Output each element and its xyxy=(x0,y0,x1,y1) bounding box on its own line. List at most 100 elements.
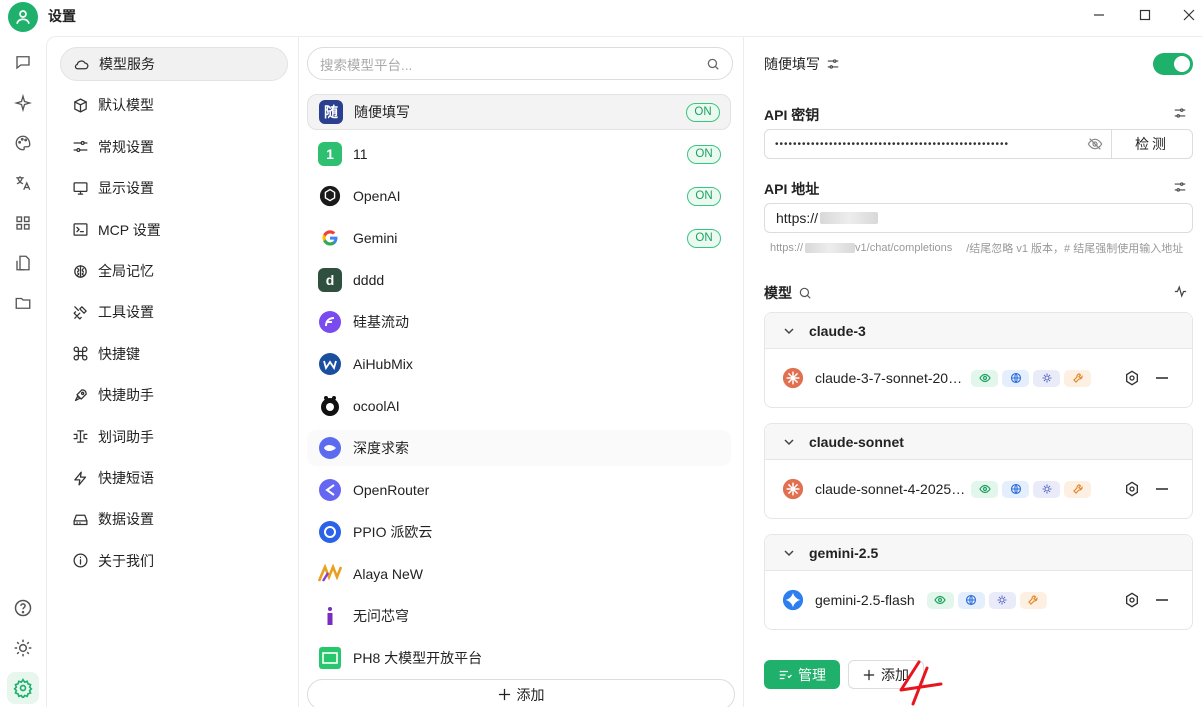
provider-item[interactable]: OpenRouter xyxy=(307,472,731,508)
provider-settings-icon[interactable] xyxy=(826,57,840,71)
model-group: gemini-2.5 gemini-2.5-flash xyxy=(764,534,1193,630)
remove-model-icon[interactable] xyxy=(1153,480,1171,498)
model-group: claude-sonnet claude-sonnet-4-2025… xyxy=(764,423,1193,519)
check-api-key-button[interactable]: 检测 xyxy=(1111,129,1193,159)
provider-item[interactable]: OpenAI ON xyxy=(307,178,731,214)
wrench-icon xyxy=(1064,369,1091,387)
nav-item-label: 快捷键 xyxy=(98,345,140,362)
api-key-input[interactable]: ••••••••••••••••••••••••••••••••••••••••… xyxy=(764,129,1112,159)
sliders-icon xyxy=(70,137,90,157)
folder-icon[interactable] xyxy=(11,291,35,315)
provider-item[interactable]: d dddd xyxy=(307,262,731,298)
palette-icon[interactable] xyxy=(11,131,35,155)
user-avatar-icon[interactable] xyxy=(8,2,38,32)
api-url-value: https:// xyxy=(776,210,819,226)
nav-item-3[interactable]: 常规设置 xyxy=(60,130,288,164)
nav-item-13[interactable]: 关于我们 xyxy=(60,544,288,578)
model-settings-icon[interactable] xyxy=(1123,480,1141,498)
model-group-name: claude-sonnet xyxy=(809,433,904,450)
maximize-button[interactable] xyxy=(1122,0,1168,30)
model-group-name: gemini-2.5 xyxy=(809,544,879,561)
nav-item-11[interactable]: 快捷短语 xyxy=(60,461,288,495)
sparkle-icon[interactable] xyxy=(11,91,35,115)
manage-models-button[interactable]: 管理 xyxy=(764,660,840,689)
add-provider-label: 添加 xyxy=(516,686,545,703)
nav-item-9[interactable]: 快捷助手 xyxy=(60,378,288,412)
reasoning-icon xyxy=(1033,369,1060,387)
nav-item-label: 关于我们 xyxy=(98,552,154,569)
provider-item[interactable]: PPIO 派欧云 xyxy=(307,514,731,550)
provider-enable-toggle[interactable] xyxy=(1153,53,1193,75)
rocket-icon xyxy=(70,385,90,405)
provider-item[interactable]: 深度求索 xyxy=(307,430,731,466)
logo-text: 随 xyxy=(324,104,338,120)
translate-icon[interactable] xyxy=(11,171,35,195)
cube-icon xyxy=(70,95,90,115)
model-settings-icon[interactable] xyxy=(1123,369,1141,387)
add-provider-button[interactable]: 添加 xyxy=(307,679,735,707)
provider-name: 无问芯穹 xyxy=(353,608,409,624)
provider-item[interactable]: 随随便填写 ON xyxy=(307,94,731,130)
add-model-button[interactable]: 添加 xyxy=(848,660,924,689)
status-badge: ON xyxy=(686,102,720,122)
provider-name: Gemini xyxy=(353,230,398,246)
list-icon xyxy=(779,670,792,679)
file-transfer-icon[interactable] xyxy=(11,251,35,275)
model-group-header[interactable]: claude-sonnet xyxy=(765,424,1192,460)
provider-name: 深度求索 xyxy=(353,440,409,456)
model-group-header[interactable]: gemini-2.5 xyxy=(765,535,1192,571)
provider-title: 随便填写 xyxy=(764,54,840,74)
api-key-settings-icon[interactable] xyxy=(1172,105,1188,121)
provider-item[interactable]: Alaya NeW xyxy=(307,556,731,592)
plus-icon xyxy=(498,688,510,701)
provider-item[interactable]: ocoolAI xyxy=(307,388,731,424)
nav-item-4[interactable]: 显示设置 xyxy=(60,171,288,205)
provider-item[interactable]: PH8 大模型开放平台 xyxy=(307,640,731,676)
nav-item-label: 显示设置 xyxy=(98,180,154,197)
url-hint-prefix: https:// xyxy=(770,242,804,254)
apps-icon[interactable] xyxy=(11,211,35,235)
nav-item-2[interactable]: 默认模型 xyxy=(60,88,288,122)
provider-logo-icon xyxy=(318,394,342,418)
brightness-icon[interactable] xyxy=(11,636,35,660)
minimize-button[interactable] xyxy=(1076,0,1122,30)
chat-icon[interactable] xyxy=(11,50,35,74)
command-icon xyxy=(70,344,90,364)
search-models-icon[interactable] xyxy=(798,286,812,300)
model-group-header[interactable]: claude-3 xyxy=(765,313,1192,349)
model-settings-icon[interactable] xyxy=(1123,591,1141,609)
cloud-icon xyxy=(71,54,91,74)
api-url-settings-icon[interactable] xyxy=(1172,179,1188,195)
provider-item[interactable]: 硅基流动 xyxy=(307,304,731,340)
text-cursor-icon xyxy=(70,427,90,447)
remove-model-icon[interactable] xyxy=(1153,591,1171,609)
nav-item-7[interactable]: 工具设置 xyxy=(60,295,288,329)
tools-icon xyxy=(70,302,90,322)
provider-item[interactable]: 1 11 ON xyxy=(307,136,731,172)
nav-item-6[interactable]: 全局记忆 xyxy=(60,254,288,288)
provider-search-input[interactable]: 搜索模型平台... xyxy=(307,47,733,80)
api-url-input[interactable]: https:// xyxy=(764,203,1193,233)
search-placeholder: 搜索模型平台... xyxy=(320,57,413,73)
nav-item-5[interactable]: MCP 设置 xyxy=(60,213,288,247)
help-icon[interactable] xyxy=(11,596,35,620)
provider-item[interactable]: Gemini ON xyxy=(307,220,731,256)
close-button[interactable] xyxy=(1166,0,1202,30)
eye-off-icon[interactable] xyxy=(1087,136,1103,152)
provider-item[interactable]: AiHubMix xyxy=(307,346,731,382)
settings-icon[interactable] xyxy=(7,672,39,704)
add-model-label: 添加 xyxy=(881,666,909,683)
provider-logo-icon xyxy=(318,604,342,628)
info-icon xyxy=(70,551,90,571)
provider-logo-icon xyxy=(318,226,342,250)
status-badge: ON xyxy=(687,228,721,248)
remove-model-icon[interactable] xyxy=(1153,369,1171,387)
nav-item-1[interactable]: 模型服务 xyxy=(60,47,288,81)
provider-logo-icon xyxy=(318,478,342,502)
nav-item-12[interactable]: 数据设置 xyxy=(60,502,288,536)
nav-item-10[interactable]: 划词助手 xyxy=(60,420,288,454)
nav-item-8[interactable]: 快捷键 xyxy=(60,337,288,371)
model-row: claude-sonnet-4-2025… xyxy=(765,460,1192,518)
model-health-check-icon[interactable] xyxy=(1172,283,1188,299)
provider-item[interactable]: 无问芯穹 xyxy=(307,598,731,634)
